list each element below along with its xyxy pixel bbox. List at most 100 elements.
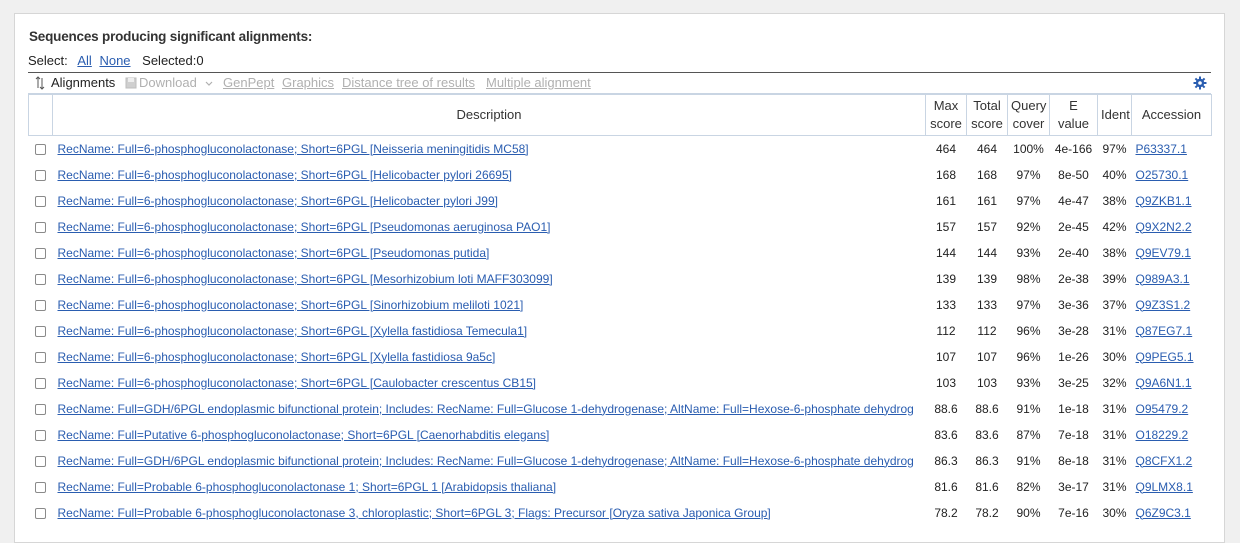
- row-checkbox[interactable]: [35, 377, 46, 389]
- max-score-column-header[interactable]: Max score: [925, 94, 967, 136]
- query-cover-cell: 82%: [1016, 479, 1041, 494]
- table-row: RecName: Full=6-phosphogluconolactonase;…: [29, 162, 1212, 188]
- results-table: Description Max score Total score Query cov…: [28, 94, 1212, 526]
- select-none-link[interactable]: None: [99, 53, 130, 68]
- description-link[interactable]: RecName: Full=6-phosphogluconolactonase;…: [58, 272, 553, 286]
- description-link[interactable]: RecName: Full=6-phosphogluconolactonase;…: [58, 350, 496, 364]
- row-checkbox[interactable]: [35, 247, 46, 259]
- table-row: RecName: Full=6-phosphogluconolactonase;…: [29, 214, 1212, 240]
- e-value-cell: 3e-17: [1058, 479, 1089, 494]
- row-checkbox[interactable]: [35, 273, 46, 285]
- description-link[interactable]: RecName: Full=6-phosphogluconolactonase;…: [58, 168, 513, 182]
- accession-link[interactable]: Q9PEG5.1: [1136, 350, 1194, 364]
- ident-column-header[interactable]: Ident: [1097, 94, 1132, 136]
- accession-link[interactable]: O95479.2: [1136, 402, 1189, 416]
- e-value-cell: 7e-18: [1058, 427, 1089, 442]
- chevron-down-icon: [205, 81, 213, 86]
- alignments-button[interactable]: Alignments: [51, 75, 115, 90]
- row-checkbox[interactable]: [35, 195, 46, 207]
- accession-link[interactable]: Q9A6N1.1: [1136, 376, 1192, 390]
- description-link[interactable]: RecName: Full=Putative 6-phosphogluconol…: [58, 428, 550, 442]
- query-cover-cell: 90%: [1016, 505, 1041, 520]
- e-value-cell: 8e-50: [1058, 167, 1089, 182]
- description-link[interactable]: RecName: Full=6-phosphogluconolactonase;…: [58, 142, 529, 156]
- row-checkbox[interactable]: [35, 481, 46, 493]
- e-value-cell: 3e-25: [1058, 375, 1089, 390]
- total-score-column-header[interactable]: Total score: [966, 94, 1008, 136]
- row-checkbox[interactable]: [35, 351, 46, 363]
- row-select-cell: [29, 370, 53, 396]
- accession-link[interactable]: Q9EV79.1: [1136, 246, 1191, 260]
- gear-icon[interactable]: [1193, 76, 1207, 90]
- row-checkbox[interactable]: [35, 221, 46, 233]
- accession-link[interactable]: Q989A3.1: [1136, 272, 1190, 286]
- accession-link[interactable]: Q6Z9C3.1: [1136, 506, 1191, 520]
- ident-cell: 37%: [1102, 297, 1127, 312]
- description-link[interactable]: RecName: Full=6-phosphogluconolactonase;…: [58, 376, 537, 390]
- description-link[interactable]: RecName: Full=Probable 6-phosphogluconol…: [58, 480, 557, 494]
- row-checkbox[interactable]: [35, 403, 46, 415]
- row-checkbox[interactable]: [35, 455, 46, 467]
- row-checkbox[interactable]: [35, 169, 46, 181]
- max-score-cell: 168: [935, 167, 957, 182]
- row-checkbox[interactable]: [35, 325, 46, 337]
- description-link[interactable]: RecName: Full=GDH/6PGL endoplasmic bifun…: [58, 402, 914, 416]
- description-cell: RecName: Full=6-phosphogluconolactonase;…: [53, 292, 926, 318]
- row-checkbox[interactable]: [35, 507, 46, 519]
- multiple-alignment-link[interactable]: Multiple alignment: [486, 75, 591, 90]
- row-select-cell: [29, 448, 53, 474]
- max-score-cell: 133: [935, 297, 957, 312]
- e-value-cell: 3e-36: [1058, 297, 1089, 312]
- e-value-cell: 4e-47: [1058, 193, 1089, 208]
- accession-link[interactable]: Q9Z3S1.2: [1136, 298, 1191, 312]
- max-score-cell: 78.2: [934, 505, 958, 520]
- accession-link[interactable]: O18229.2: [1136, 428, 1189, 442]
- row-checkbox[interactable]: [35, 429, 46, 441]
- description-link[interactable]: RecName: Full=6-phosphogluconolactonase;…: [58, 194, 498, 208]
- total-score-cell: 86.3: [975, 453, 999, 468]
- description-link[interactable]: RecName: Full=6-phosphogluconolactonase;…: [58, 298, 524, 312]
- query-cover-cell: 98%: [1016, 271, 1041, 286]
- total-score-cell: 464: [976, 141, 998, 156]
- row-select-cell: [29, 214, 53, 240]
- max-score-cell: 112: [936, 323, 956, 338]
- e-value-cell: 2e-38: [1058, 271, 1089, 286]
- accession-cell: Q989A3.1: [1132, 266, 1212, 292]
- description-link[interactable]: RecName: Full=6-phosphogluconolactonase;…: [58, 246, 490, 260]
- sort-arrows-icon[interactable]: [35, 76, 45, 90]
- accession-link[interactable]: P63337.1: [1136, 142, 1187, 156]
- accession-link[interactable]: Q9ZKB1.1: [1136, 194, 1192, 208]
- accession-link[interactable]: O25730.1: [1136, 168, 1189, 182]
- description-link[interactable]: RecName: Full=6-phosphogluconolactonase;…: [58, 324, 528, 338]
- description-link[interactable]: RecName: Full=GDH/6PGL endoplasmic bifun…: [58, 454, 914, 468]
- query-cover-column-header[interactable]: Query cover: [1007, 94, 1050, 136]
- row-select-cell: [29, 344, 53, 370]
- accession-link[interactable]: Q87EG7.1: [1136, 324, 1193, 338]
- description-column-header[interactable]: Description: [52, 94, 926, 136]
- description-link[interactable]: RecName: Full=6-phosphogluconolactonase;…: [58, 220, 551, 234]
- description-link[interactable]: RecName: Full=Probable 6-phosphogluconol…: [58, 506, 771, 520]
- e-value-column-header[interactable]: Evalue: [1049, 94, 1098, 136]
- row-checkbox[interactable]: [35, 299, 46, 311]
- ident-cell: 31%: [1102, 323, 1127, 338]
- ident-cell: 32%: [1102, 375, 1127, 390]
- download-button[interactable]: Download: [139, 75, 197, 90]
- distance-tree-link[interactable]: Distance tree of results: [342, 75, 475, 90]
- accession-link[interactable]: Q9X2N2.2: [1136, 220, 1192, 234]
- row-checkbox[interactable]: [35, 144, 46, 156]
- accession-cell: Q9Z3S1.2: [1132, 292, 1212, 318]
- accession-cell: Q6Z9C3.1: [1132, 500, 1212, 526]
- max-score-cell: 88.6: [934, 401, 958, 416]
- graphics-link[interactable]: Graphics: [282, 75, 334, 90]
- e-value-cell: 1e-18: [1058, 401, 1089, 416]
- accession-link[interactable]: Q9LMX8.1: [1136, 480, 1193, 494]
- accession-link[interactable]: Q8CFX1.2: [1136, 454, 1193, 468]
- select-all-link[interactable]: All: [77, 53, 91, 68]
- accession-cell: Q9EV79.1: [1132, 240, 1212, 266]
- accession-column-header[interactable]: Accession: [1131, 94, 1212, 136]
- total-score-cell: 112: [977, 323, 997, 338]
- genpept-link[interactable]: GenPept: [223, 75, 274, 90]
- max-score-cell: 81.6: [934, 479, 958, 494]
- row-select-cell: [29, 422, 53, 448]
- e-value-cell: 7e-16: [1058, 505, 1089, 520]
